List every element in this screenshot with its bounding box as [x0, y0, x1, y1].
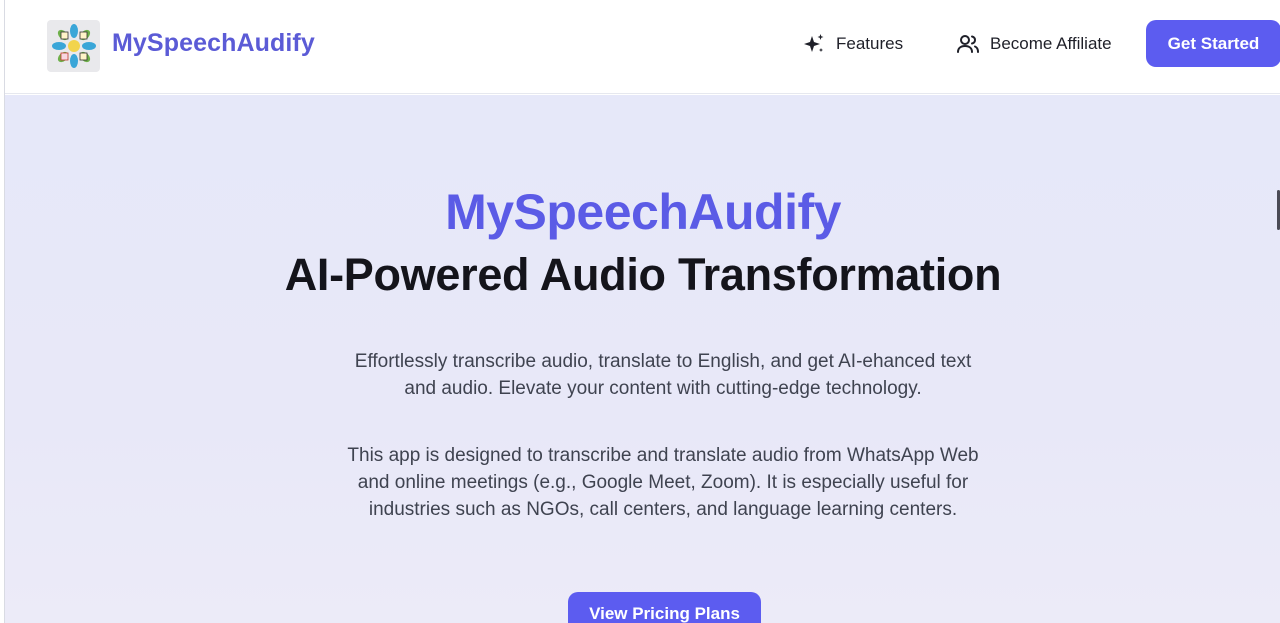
sparkles-icon [802, 32, 826, 56]
brand-name[interactable]: MySpeechAudify [112, 29, 315, 58]
hero-subtitle: AI-Powered Audio Transformation [284, 249, 1002, 300]
hero-description: Effortlessly transcribe audio, translate… [354, 351, 972, 399]
hero-title: MySpeechAudify [445, 184, 841, 240]
view-pricing-plans-button[interactable]: View Pricing Plans [568, 592, 761, 623]
nav-affiliate-label: Become Affiliate [990, 34, 1112, 53]
page: MySpeechAudify Features Become Affiliate… [4, 0, 1280, 623]
hero-use-cases: This app is designed to transcribe and t… [347, 445, 979, 520]
app-logo-icon[interactable] [47, 20, 100, 72]
nav-features-label: Features [836, 34, 904, 53]
nav-features[interactable]: Features [802, 30, 903, 58]
get-started-button[interactable]: Get Started [1146, 20, 1280, 67]
users-icon [956, 32, 980, 56]
hero-section: MySpeechAudify AI-Powered Audio Transfor… [5, 95, 1280, 623]
top-nav: MySpeechAudify Features Become Affiliate… [5, 0, 1280, 94]
nav-become-affiliate[interactable]: Become Affiliate [956, 30, 1112, 58]
